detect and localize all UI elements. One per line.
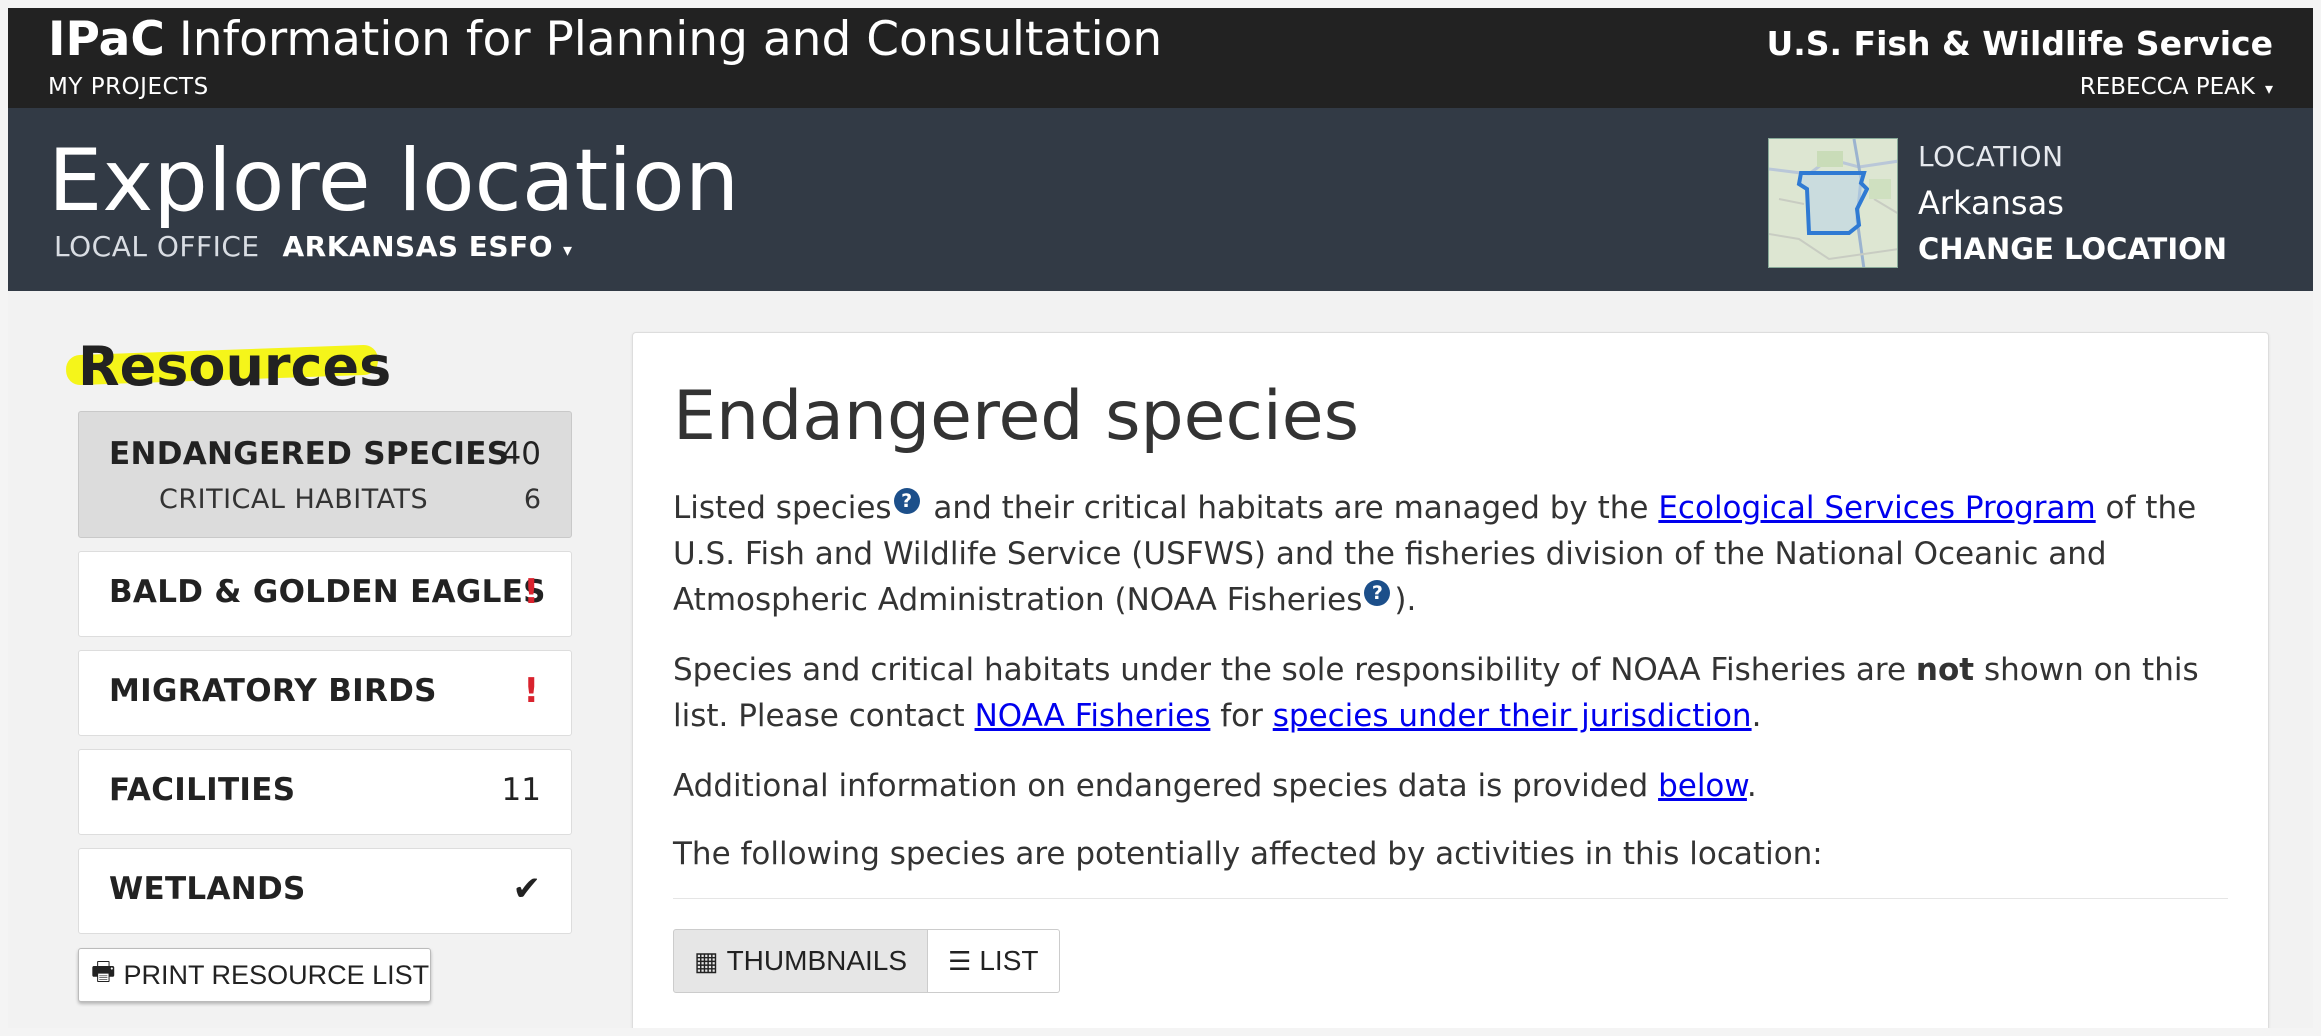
- below-link[interactable]: below: [1658, 768, 1747, 804]
- noaa-fisheries-link[interactable]: NOAA Fisheries: [975, 698, 1211, 734]
- noaa-paragraph: Species and critical habitats under the …: [673, 647, 2253, 739]
- thumbnails-view-button[interactable]: ▦ THUMBNAILS: [673, 929, 929, 993]
- page-title: Explore location: [48, 131, 740, 231]
- text: Listed species: [673, 490, 892, 526]
- print-icon: 🖶: [91, 956, 116, 986]
- brand[interactable]: IPaC Information for Planning and Consult…: [48, 10, 1162, 70]
- text: Additional information on endangered spe…: [673, 768, 1659, 804]
- endangered-species-panel: Endangered species Listed species? and t…: [632, 332, 2269, 1036]
- intro-paragraph: Listed species? and their critical habit…: [673, 485, 2253, 623]
- resource-label: ENDANGERED SPECIES: [109, 436, 510, 472]
- ecological-services-link[interactable]: Ecological Services Program: [1658, 490, 2095, 526]
- resource-facilities[interactable]: FACILITIES 11: [78, 749, 572, 835]
- species-jurisdiction-link[interactable]: species under their jurisdiction: [1273, 698, 1752, 734]
- help-icon[interactable]: ?: [893, 487, 920, 514]
- resource-sub-label[interactable]: CRITICAL HABITATS: [159, 484, 428, 515]
- grid-icon: ▦: [694, 945, 719, 976]
- emphasis: not: [1915, 652, 1975, 688]
- location-map-thumbnail[interactable]: [1768, 138, 1898, 268]
- resource-label: MIGRATORY BIRDS: [109, 673, 437, 709]
- local-office-label: LOCAL OFFICE: [54, 230, 260, 263]
- thumbnails-label: THUMBNAILS: [726, 945, 908, 976]
- brand-full-name: Information for Planning and Consultatio…: [178, 12, 1163, 67]
- page-header: Explore location LOCAL OFFICE ARKANSAS E…: [8, 108, 2313, 291]
- help-icon[interactable]: ?: [1364, 579, 1391, 606]
- divider: [673, 898, 2228, 899]
- print-label: PRINT RESOURCE LIST: [123, 959, 430, 990]
- text: .: [1746, 768, 1757, 804]
- check-icon: ✔: [512, 869, 542, 909]
- text: for: [1210, 698, 1273, 734]
- text: Species and critical habitats under the …: [673, 652, 1916, 688]
- local-office-dropdown[interactable]: ARKANSAS ESFO ▾: [283, 230, 573, 263]
- change-location-link[interactable]: CHANGE LOCATION: [1918, 232, 2227, 266]
- affected-species-paragraph: The following species are potentially af…: [673, 836, 1823, 872]
- top-navbar: IPaC Information for Planning and Consult…: [8, 6, 2313, 108]
- location-label: LOCATION: [1918, 140, 2064, 173]
- resource-wetlands[interactable]: WETLANDS ✔: [78, 848, 572, 934]
- my-projects-link[interactable]: MY PROJECTS: [48, 74, 209, 100]
- local-office-value: ARKANSAS ESFO: [282, 230, 554, 263]
- user-menu[interactable]: REBECCA PEAK ▾: [2080, 74, 2273, 100]
- resource-label: FACILITIES: [109, 772, 296, 808]
- view-toggle: ▦ THUMBNAILS ☰ LIST: [673, 929, 1060, 993]
- resource-migratory-birds[interactable]: MIGRATORY BIRDS !: [78, 650, 572, 736]
- resource-label: BALD & GOLDEN EAGLES: [109, 574, 546, 610]
- resource-bald-golden-eagles[interactable]: BALD & GOLDEN EAGLES !: [78, 551, 572, 637]
- text: .: [1751, 698, 1762, 734]
- resource-label: WETLANDS: [109, 871, 306, 907]
- caret-down-icon: ▾: [2264, 79, 2273, 98]
- caret-down-icon: ▾: [563, 240, 573, 261]
- alert-icon: !: [523, 572, 539, 612]
- agency-name: U.S. Fish & Wildlife Service: [1766, 24, 2273, 63]
- resource-sub-count: 6: [523, 484, 541, 515]
- brand-abbr: IPaC: [48, 12, 165, 67]
- resource-count: 11: [501, 772, 541, 808]
- resources-heading: Resources: [78, 335, 392, 398]
- print-resource-list-button[interactable]: 🖶 PRINT RESOURCE LIST: [78, 948, 431, 1002]
- additional-info-paragraph: Additional information on endangered spe…: [673, 763, 2253, 809]
- map-icon: [1769, 139, 1897, 267]
- user-name: REBECCA PEAK: [2079, 74, 2255, 100]
- list-label: LIST: [979, 945, 1039, 976]
- alert-icon: !: [523, 671, 539, 711]
- location-value: Arkansas: [1918, 184, 2064, 222]
- resource-count: 40: [501, 436, 541, 472]
- text: and their critical habitats are managed …: [923, 490, 1659, 526]
- local-office: LOCAL OFFICE ARKANSAS ESFO ▾: [54, 230, 572, 263]
- text: ).: [1394, 582, 1417, 618]
- list-icon: ☰: [948, 945, 972, 976]
- list-view-button[interactable]: ☰ LIST: [928, 929, 1060, 993]
- resource-endangered-species[interactable]: ENDANGERED SPECIES 40 CRITICAL HABITATS …: [78, 411, 572, 538]
- section-title: Endangered species: [673, 377, 1360, 456]
